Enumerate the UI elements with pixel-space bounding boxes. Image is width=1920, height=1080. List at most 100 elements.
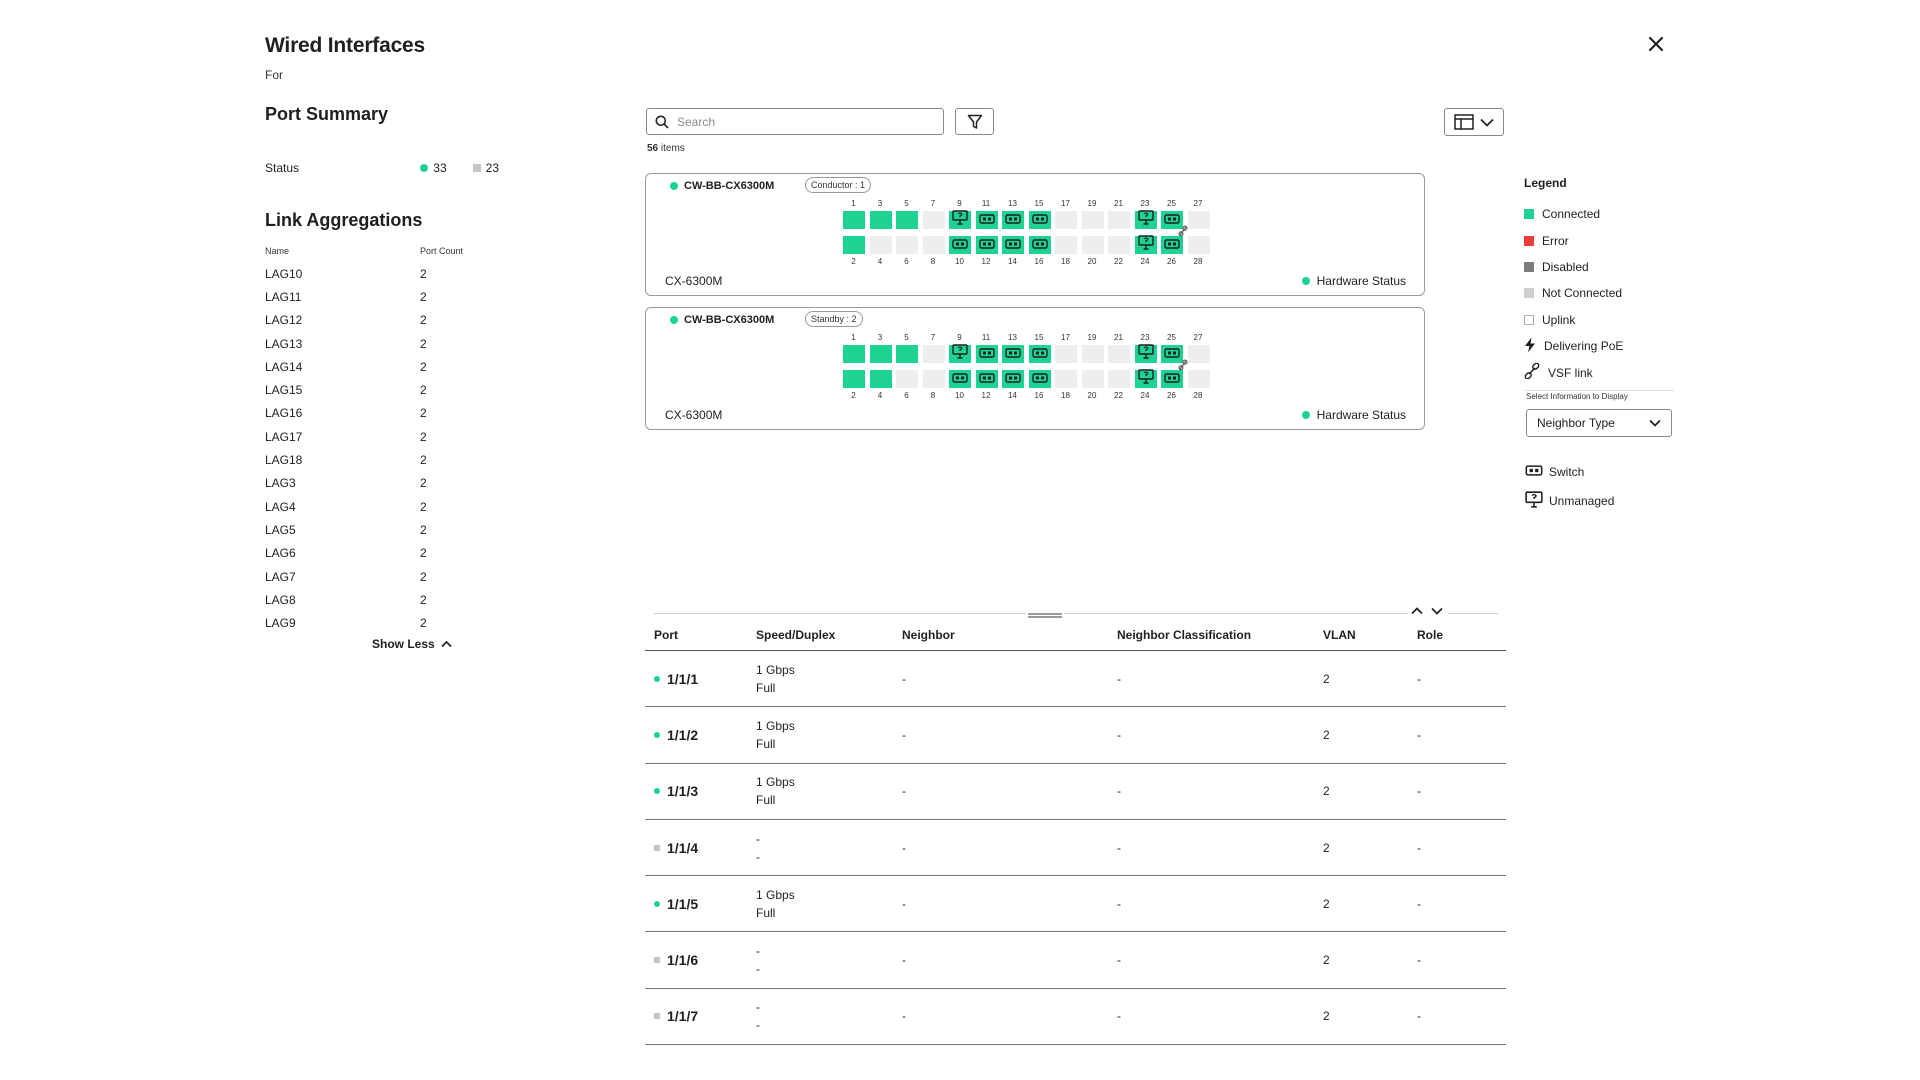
table-row[interactable]: 1/1/3 1 Gbps Full - - 2 - — [645, 764, 1506, 820]
switch-port[interactable] — [1134, 235, 1157, 254]
switch-port[interactable] — [1055, 370, 1077, 388]
neighbor-classification-cell: - — [1117, 1009, 1121, 1024]
switch-port[interactable] — [843, 236, 865, 254]
hardware-status-dot-icon — [1301, 277, 1310, 285]
port-up-dot-icon — [654, 900, 660, 907]
switch-port[interactable] — [1081, 345, 1104, 363]
table-row[interactable]: 1/1/4- - - -2- — [645, 820, 1506, 877]
connected-count: 33 — [420, 161, 447, 175]
switch-port[interactable] — [1002, 370, 1024, 388]
hardware-status[interactable]: Hardware Status — [1301, 274, 1406, 288]
switch-port[interactable] — [1108, 370, 1130, 388]
port-number-label: 6 — [904, 391, 909, 400]
lag-port-count: 2 — [420, 453, 427, 468]
table-row[interactable]: 1/1/6- - - -2- — [645, 932, 1506, 989]
table-row[interactable]: 1/1/5 1 Gbps Full - - 2 - — [645, 876, 1506, 933]
switch-port[interactable] — [1108, 236, 1130, 254]
switch-card[interactable]: CW-BB-CX6300M Standby : 2 CX-6300M Hardware… — [645, 307, 1425, 430]
switch-port[interactable] — [1081, 211, 1104, 229]
switch-port[interactable] — [1134, 210, 1157, 229]
switch-port[interactable] — [843, 211, 865, 229]
switch-port[interactable] — [1108, 211, 1130, 229]
table-row[interactable]: 1/1/1 1 Gbps Full - - 2 - — [645, 651, 1506, 708]
switch-port[interactable] — [1081, 236, 1104, 254]
switch-port[interactable] — [1187, 211, 1210, 229]
col-neighbor-classification[interactable]: Neighbor Classification — [1117, 628, 1323, 643]
search-field[interactable] — [646, 108, 944, 135]
chevron-down-icon[interactable] — [1431, 607, 1443, 615]
switch-port[interactable] — [1081, 370, 1104, 388]
switch-port[interactable] — [896, 211, 918, 229]
resize-drag-handle[interactable] — [1028, 613, 1062, 618]
port-number-label: 13 — [1008, 199, 1017, 208]
switch-port[interactable] — [896, 345, 918, 363]
vlan-cell: 2 — [1323, 896, 1330, 911]
search-input[interactable] — [677, 114, 927, 129]
switch-port[interactable] — [949, 236, 971, 254]
close-button[interactable] — [1642, 30, 1670, 58]
chevron-up-icon[interactable] — [1411, 607, 1423, 615]
lag-row: LAG11 2 — [265, 285, 485, 308]
switch-port[interactable] — [1187, 236, 1210, 254]
switch-port[interactable] — [896, 236, 918, 254]
port-number-label: 14 — [1008, 257, 1017, 266]
switch-port[interactable] — [975, 345, 998, 363]
col-neighbor[interactable]: Neighbor — [902, 628, 1117, 643]
switch-port[interactable] — [975, 370, 998, 388]
switch-port[interactable] — [1028, 236, 1051, 254]
switch-port[interactable] — [949, 370, 971, 388]
speed-duplex-cell: -- — [756, 944, 760, 977]
neighbor-type-select[interactable]: Neighbor Type — [1526, 409, 1672, 437]
switch-port[interactable] — [1161, 236, 1183, 254]
col-role[interactable]: Role — [1417, 628, 1506, 643]
switch-port[interactable] — [869, 236, 892, 254]
switch-port[interactable] — [1028, 345, 1051, 363]
switch-port[interactable] — [1134, 344, 1157, 363]
switch-card[interactable]: CW-BB-CX6300M Conductor : 1 CX-6300M Hardwa… — [645, 173, 1425, 296]
port-number-label: 27 — [1193, 333, 1203, 342]
switch-port[interactable] — [869, 345, 892, 363]
col-port[interactable]: Port — [645, 628, 756, 643]
switch-port[interactable] — [975, 211, 998, 229]
port-down-square-icon — [654, 1013, 660, 1020]
switch-port[interactable] — [922, 370, 945, 388]
switch-port[interactable] — [1055, 211, 1077, 229]
switch-port[interactable] — [896, 370, 918, 388]
switch-port[interactable] — [1108, 345, 1130, 363]
port-cell: 1/1/7 — [645, 1008, 756, 1024]
switch-port[interactable] — [843, 370, 865, 388]
switch-port[interactable] — [869, 370, 892, 388]
switch-port[interactable] — [1161, 370, 1183, 388]
table-row[interactable]: 1/1/7- - - -2- — [645, 989, 1506, 1046]
switch-port[interactable] — [1028, 370, 1051, 388]
table-row[interactable]: 1/1/2 1 Gbps Full - - 2 - — [645, 707, 1506, 764]
switch-port[interactable] — [1028, 211, 1051, 229]
switch-port[interactable] — [1187, 370, 1210, 388]
switch-port[interactable] — [975, 236, 998, 254]
switch-port[interactable] — [1055, 345, 1077, 363]
switch-port[interactable] — [1002, 345, 1024, 363]
col-speed-duplex[interactable]: Speed/Duplex — [756, 628, 902, 643]
switch-port[interactable] — [922, 236, 945, 254]
switch-port[interactable] — [1055, 236, 1077, 254]
layout-toggle-button[interactable] — [1444, 108, 1504, 136]
lag-row: LAG15 2 — [265, 378, 485, 401]
switch-port[interactable] — [1134, 369, 1157, 388]
link-aggregations-table: Name Port Count LAG10 2 LAG11 2 LAG12 2 LAG13 2… — [265, 246, 485, 635]
switch-port[interactable] — [949, 344, 971, 363]
hardware-status[interactable]: Hardware Status — [1301, 408, 1406, 422]
switch-port[interactable] — [1002, 211, 1024, 229]
filter-button[interactable] — [955, 108, 994, 135]
col-vlan[interactable]: VLAN — [1323, 628, 1417, 643]
show-less-button[interactable]: Show Less — [372, 637, 452, 651]
switch-port[interactable] — [869, 211, 892, 229]
port-number-label: 15 — [1034, 333, 1044, 342]
switch-port[interactable] — [949, 210, 971, 229]
switch-port[interactable] — [1187, 345, 1210, 363]
switch-port[interactable] — [922, 211, 945, 229]
neighbor-type-unmanaged: Unmanaged — [1525, 491, 1614, 511]
switch-port[interactable] — [843, 345, 865, 363]
switch-port[interactable] — [922, 345, 945, 363]
lag-row: LAG18 2 — [265, 448, 485, 471]
switch-port[interactable] — [1002, 236, 1024, 254]
